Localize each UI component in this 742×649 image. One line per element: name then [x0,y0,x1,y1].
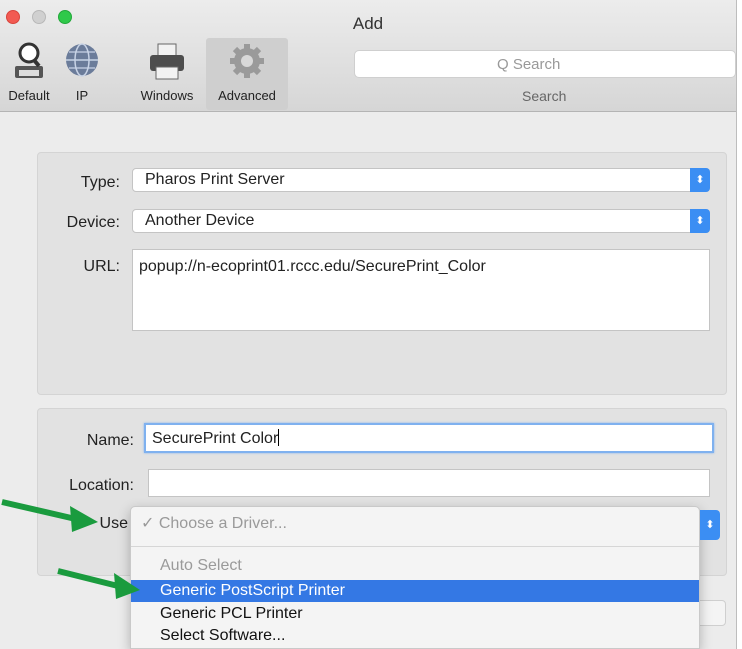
type-value: Pharos Print Server [145,171,285,188]
use-stepper-icon: ⬍ [700,510,720,540]
device-label: Device: [66,214,120,231]
device-popup[interactable]: Another Device ⬍ [132,209,710,233]
tab-default[interactable]: Default [0,40,58,103]
tab-ip[interactable]: IP [62,40,102,103]
type-popup[interactable]: Pharos Print Server ⬍ [132,168,710,192]
search-caption: Search [522,88,567,104]
device-stepper-icon: ⬍ [690,209,710,233]
green-arrow-icon [57,568,140,599]
window-title: Add [352,14,384,33]
url-label: URL: [83,258,120,275]
search-field[interactable]: Q Search [354,50,736,78]
gear-icon [230,44,264,78]
title-bar: Add Default IP Windows Advanced Q Search… [0,0,736,112]
location-label: Location: [69,477,134,494]
search-placeholder: Q Search [497,56,561,73]
tab-ip-label: IP [75,88,89,103]
driver-menu: ✓ Choose a Driver... Auto Select Generic… [130,506,700,649]
green-arrow-icon [1,499,98,532]
tab-windows[interactable]: Windows [130,40,204,103]
menu-separator [131,546,699,547]
text-caret [278,429,280,446]
tab-advanced-label: Advanced [218,88,276,103]
device-value: Another Device [145,212,255,229]
name-value: SecurePrint Color [152,430,279,447]
menu-item-auto-select[interactable]: Auto Select [131,555,699,577]
tab-advanced[interactable]: Advanced [206,38,288,110]
url-field[interactable]: popup://n-ecoprint01.rccc.edu/SecurePrin… [132,249,710,331]
location-field[interactable] [148,469,710,497]
menu-item-generic-pcl[interactable]: Generic PCL Printer [131,603,699,625]
menu-item-select-software[interactable]: Select Software... [131,625,699,647]
globe-icon [66,43,98,77]
magnifier-printer-icon [15,42,43,78]
menu-item-choose-driver[interactable]: ✓ Choose a Driver... [131,513,699,535]
menu-item-generic-postscript[interactable]: Generic PostScript Printer [131,580,699,602]
name-label: Name: [86,432,134,449]
printer-icon [150,43,184,80]
tab-default-label: Default [8,88,50,103]
type-stepper-icon: ⬍ [690,168,710,192]
type-label: Type: [80,174,120,191]
add-printer-window: Add Default IP Windows Advanced Q Search… [0,0,737,649]
tab-windows-label: Windows [140,88,194,103]
name-field[interactable]: SecurePrint Color [144,423,714,453]
